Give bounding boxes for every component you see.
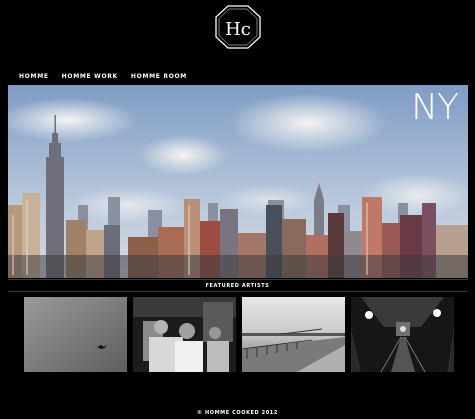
artist-thumb-3[interactable] [242,297,345,372]
nyc-skyline-image [8,85,468,278]
artist-thumb-2[interactable] [133,297,236,372]
subway-tunnel-photo [351,297,454,372]
nav-homme-work[interactable]: HOMME WORK [62,73,118,80]
logo-monogram: Hc [225,19,251,40]
divider-top [8,279,468,280]
featured-artists-grid [24,297,454,372]
nav-homme-room[interactable]: HOMME ROOM [131,73,187,80]
artist-thumb-1[interactable] [24,297,127,372]
nav-homme[interactable]: HOMME [19,73,49,80]
site-logo[interactable]: Hc [214,4,262,50]
hero-banner[interactable]: NY [8,85,468,278]
waterfront-pier-photo [242,297,345,372]
hexagon-logo-icon: Hc [215,5,261,49]
footer-copyright: © HOMME COOKED 2012 [197,410,278,416]
artist-thumb-4[interactable] [351,297,454,372]
barber-shop-photo [133,297,236,372]
divider-bottom [8,291,468,292]
bird-sky-photo [24,297,127,372]
hero-city-label: NY [411,87,459,128]
main-nav: HOMME HOMME WORK HOMME ROOM [19,73,187,80]
featured-artists-heading: FEATURED ARTISTS [205,283,270,289]
